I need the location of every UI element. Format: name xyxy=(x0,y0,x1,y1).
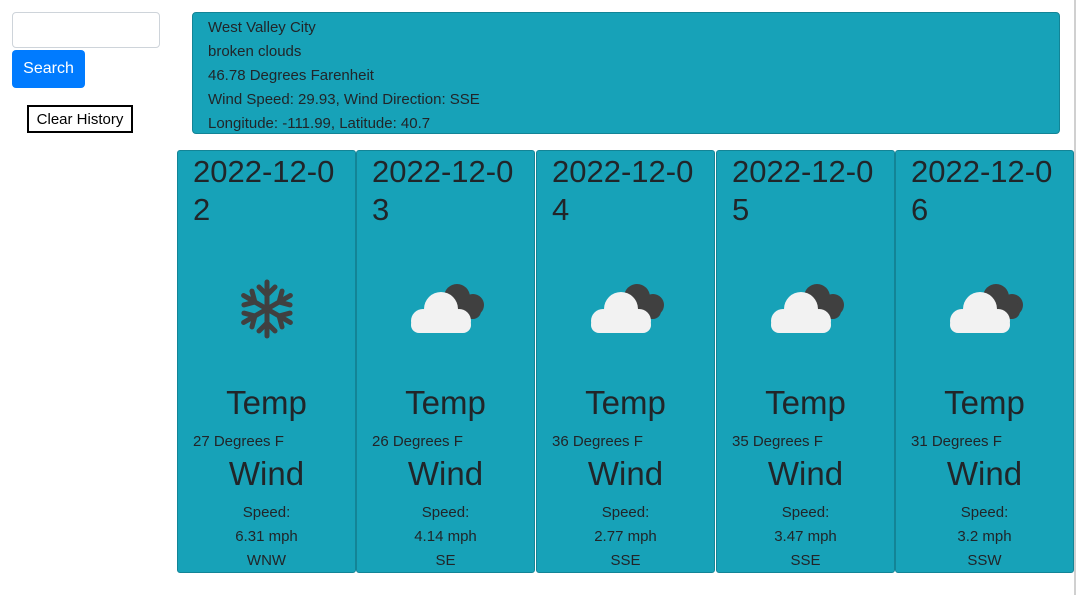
forecast-card: 2022-12-04 Temp 36 Degrees F Wind Speed:… xyxy=(536,150,715,573)
current-temperature: 46.78 Degrees Farenheit xyxy=(208,67,374,84)
search-button[interactable]: Search xyxy=(12,50,85,88)
wind-speed-label: Speed: xyxy=(781,504,830,521)
forecast-card: 2022-12-02 Temp 27 Degrees F Wind Speed:… xyxy=(177,150,356,573)
temp-heading: Temp xyxy=(585,384,666,421)
wind-direction: SSE xyxy=(610,552,641,569)
broken-clouds-icon xyxy=(950,284,1023,333)
forecast-date: 2022-12-04 xyxy=(552,154,694,227)
broken-clouds-icon xyxy=(771,284,844,333)
city-name: West Valley City xyxy=(208,19,316,36)
current-wind: Wind Speed: 29.93, Wind Direction: SSE xyxy=(208,91,480,108)
search-input[interactable] xyxy=(12,12,160,48)
forecast-cards: 2022-12-02 Temp 27 Degrees F Wind Speed:… xyxy=(177,150,1076,574)
clear-history-button[interactable]: Clear History xyxy=(27,105,133,133)
wind-heading: Wind xyxy=(767,455,844,492)
wind-speed-value: 3.47 mph xyxy=(774,528,837,545)
wind-speed-value: 2.77 mph xyxy=(594,528,657,545)
wind-speed-value: 6.31 mph xyxy=(235,528,298,545)
temp-value: 36 Degrees F xyxy=(552,433,643,450)
forecast-card: 2022-12-03 Temp 26 Degrees F Wind Speed:… xyxy=(356,150,535,573)
wind-direction: WNW xyxy=(246,552,287,569)
wind-direction: SE xyxy=(435,552,456,569)
forecast-date: 2022-12-06 xyxy=(911,154,1053,227)
temp-value: 27 Degrees F xyxy=(193,433,284,450)
temp-heading: Temp xyxy=(944,384,1025,421)
wind-heading: Wind xyxy=(587,455,664,492)
wind-speed-label: Speed: xyxy=(421,504,470,521)
current-weather-panel: West Valley City broken clouds 46.78 Deg… xyxy=(192,12,1060,134)
wind-speed-label: Speed: xyxy=(242,504,291,521)
wind-heading: Wind xyxy=(946,455,1023,492)
forecast-date: 2022-12-03 xyxy=(372,154,514,227)
weather-description: broken clouds xyxy=(208,43,302,60)
temp-value: 26 Degrees F xyxy=(372,433,463,450)
temp-heading: Temp xyxy=(405,384,486,421)
wind-direction: SSE xyxy=(790,552,821,569)
broken-clouds-icon xyxy=(411,284,484,333)
temp-heading: Temp xyxy=(765,384,846,421)
wind-direction: SSW xyxy=(967,552,1002,569)
forecast-card: 2022-12-05 Temp 35 Degrees F Wind Speed:… xyxy=(716,150,895,573)
wind-heading: Wind xyxy=(407,455,484,492)
temp-value: 35 Degrees F xyxy=(732,433,823,450)
wind-speed-label: Speed: xyxy=(960,504,1009,521)
forecast-date: 2022-12-02 xyxy=(193,154,335,227)
forecast-date: 2022-12-05 xyxy=(732,154,874,227)
wind-speed-value: 4.14 mph xyxy=(414,528,477,545)
temp-heading: Temp xyxy=(226,384,307,421)
forecast-card: 2022-12-06 Temp 31 Degrees F Wind Speed:… xyxy=(895,150,1074,573)
temp-value: 31 Degrees F xyxy=(911,433,1002,450)
wind-speed-label: Speed: xyxy=(601,504,650,521)
snowflake-icon xyxy=(241,279,293,339)
wind-heading: Wind xyxy=(228,455,305,492)
broken-clouds-icon xyxy=(591,284,664,333)
wind-speed-value: 3.2 mph xyxy=(957,528,1012,545)
coordinates: Longitude: -111.99, Latitude: 40.7 xyxy=(208,115,431,132)
